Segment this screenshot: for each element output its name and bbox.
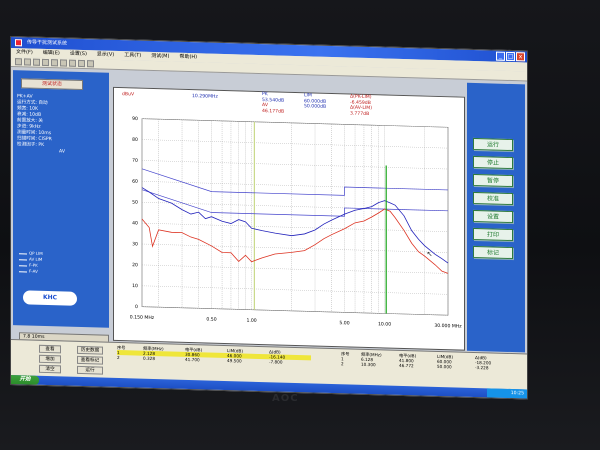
spectrum-chart: dBuV 10.290MHz PK 53.540dB AV 46.177dB L… xyxy=(113,86,465,351)
zoom-icon[interactable] xyxy=(78,59,85,68)
y-tick-label: 30 xyxy=(132,241,138,247)
clear-button[interactable]: 清空 xyxy=(39,364,61,374)
marker-table-1: 序号 频率(MHz) 电平(dB) LIM(dB) Δ(dB) 1 2.128 … xyxy=(117,345,311,365)
x-tick-label: 0.150 MHz xyxy=(130,314,155,321)
print-icon[interactable] xyxy=(42,58,49,67)
settings-button[interactable]: 设置 xyxy=(473,209,513,224)
view-button[interactable]: 查看 xyxy=(39,344,61,354)
y-tick-label: 10 xyxy=(132,283,138,289)
x-tick-label: 1.00 xyxy=(246,318,256,324)
test-status-title: 测试状态 xyxy=(21,78,83,91)
y-tick-label: 90 xyxy=(132,116,138,122)
stop-button[interactable]: 停止 xyxy=(473,155,513,170)
mouse-cursor-icon: ↖ xyxy=(427,250,433,258)
y-tick-label: 0 xyxy=(135,304,138,310)
screen: 传导干扰测试系统 _ □ x 文件(F) 编辑(E) 设置(S) 显示(V) 工… xyxy=(10,36,528,400)
plot-svg: 0 10 20 30 40 50 60 70 80 90 0.150 MHz 0.50 1.00 5.00… xyxy=(130,116,462,330)
y-tick-label: 80 xyxy=(132,137,138,143)
right-panel: 运行 停止 暂停 校准 设置 打印 标记 xyxy=(467,82,525,353)
marker-table-2: 序号 频率(MHz) 电平(dB) LIM(dB) Δ(dB) 1 6.128 … xyxy=(341,351,513,371)
bottom-run-button[interactable]: 运行 xyxy=(77,365,103,375)
y-tick-label: 70 xyxy=(132,158,138,164)
save-icon[interactable] xyxy=(33,58,40,66)
history-button[interactable]: 历史数据 xyxy=(77,345,103,355)
add-button[interactable]: 增加 xyxy=(39,354,61,364)
y-tick-label: 20 xyxy=(132,262,138,268)
start-button[interactable]: 开始 xyxy=(11,375,39,385)
cut-icon[interactable] xyxy=(51,59,58,67)
x-tick-label: 0.50 xyxy=(206,316,216,322)
legend-item: F-AV xyxy=(19,268,43,275)
y-tick-label: 60 xyxy=(132,179,138,185)
left-panel: 测试状态 PK+AV 运行方式: 自动 频宽: 10K 衰减: 10dB 前置放… xyxy=(13,70,109,343)
company-logo: KHC xyxy=(23,290,77,306)
run-button[interactable]: 运行 xyxy=(473,137,513,152)
test-params: PK+AV 运行方式: 自动 频宽: 10K 衰减: 10dB 前置放大: 关 … xyxy=(17,94,105,156)
monitor-brand: AOC xyxy=(272,393,299,404)
pause-button[interactable]: 暂停 xyxy=(473,173,513,188)
maximize-button[interactable]: □ xyxy=(506,51,515,62)
copy-icon[interactable] xyxy=(60,59,67,67)
y-tick-label: 50 xyxy=(132,199,138,205)
minimize-button[interactable]: _ xyxy=(496,51,505,61)
x-tick-label: 5.00 xyxy=(339,320,349,326)
plot-frame xyxy=(141,118,449,316)
view-marker-button[interactable]: 查看标记 xyxy=(77,355,103,365)
x-tick-label: 10.00 xyxy=(378,321,391,327)
x-tick-label: 30.000 MHz xyxy=(434,323,462,330)
marker-button[interactable]: 标记 xyxy=(473,245,513,260)
app-icon xyxy=(15,39,22,47)
close-button[interactable]: x xyxy=(516,52,525,62)
chart-legend: QP LIM AV LIM F-PK F-AV xyxy=(19,250,43,275)
help-icon[interactable] xyxy=(87,60,94,68)
open-icon[interactable] xyxy=(24,58,31,66)
system-clock: 10:25 xyxy=(487,388,527,399)
y-tick-label: 40 xyxy=(132,220,138,226)
new-icon[interactable] xyxy=(15,58,22,66)
paste-icon[interactable] xyxy=(69,59,76,67)
param-line: AV xyxy=(59,149,65,155)
calibrate-button[interactable]: 校准 xyxy=(473,191,513,206)
print-button[interactable]: 打印 xyxy=(473,227,513,242)
